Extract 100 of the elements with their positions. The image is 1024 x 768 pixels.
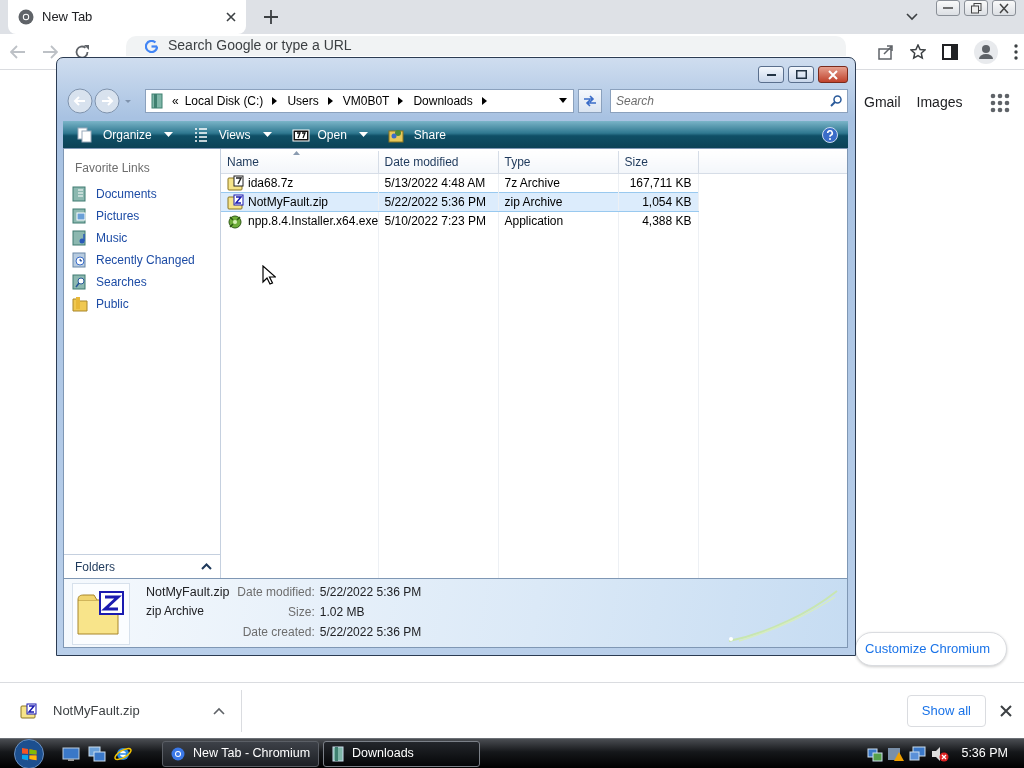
table-cell: 5/10/2022 7:23 PM <box>378 211 498 230</box>
mouse-pointer-icon <box>262 265 276 285</box>
zip-file-icon <box>227 193 244 210</box>
favorite-link[interactable]: Pictures <box>64 205 220 227</box>
favorite-link[interactable]: Searches <box>64 271 220 293</box>
start-button-icon[interactable] <box>12 738 46 768</box>
close-button[interactable] <box>992 0 1016 16</box>
new-tab-icon[interactable] <box>264 10 278 24</box>
file-type: zip Archive <box>146 602 206 620</box>
close-icon[interactable] <box>1000 704 1012 717</box>
close-icon <box>999 2 1009 14</box>
column-header[interactable]: Name <box>221 151 378 173</box>
refresh-icon <box>581 94 598 108</box>
address-field[interactable]: Search Google or type a URL <box>126 36 846 56</box>
help-icon[interactable] <box>822 126 838 143</box>
toolbar-button[interactable]: Share <box>381 122 452 147</box>
clock: 5:36 PM <box>961 745 1008 763</box>
section-title: Favorite Links <box>74 160 151 177</box>
search-icon[interactable] <box>830 95 842 107</box>
download-item[interactable]: NotMyFault.zip <box>20 700 225 721</box>
favorite-link[interactable]: Public <box>64 293 220 315</box>
dropdown-icon[interactable] <box>557 98 568 104</box>
maximize-button[interactable] <box>788 66 814 83</box>
field-value: 1.02 MB <box>319 604 366 621</box>
close-icon <box>828 69 838 80</box>
minimize-button[interactable] <box>758 66 784 83</box>
breadcrumb-item[interactable]: Users <box>284 92 322 110</box>
archive-file-icon <box>227 174 244 191</box>
field-value: 5/22/2022 5:36 PM <box>319 624 422 641</box>
minimize-icon <box>943 7 953 9</box>
table-cell: zip Archive <box>498 192 618 211</box>
column-header[interactable]: Type <box>498 151 618 173</box>
archive-app-icon <box>291 126 310 143</box>
network-icon[interactable] <box>867 745 884 762</box>
folder-icon <box>72 296 88 312</box>
apps-grid-icon[interactable] <box>990 92 1011 113</box>
file-name: NotMyFault.zip <box>146 584 230 601</box>
side-panel-icon[interactable] <box>942 43 958 60</box>
table-cell: Application <box>498 211 618 230</box>
browser-tab[interactable]: New Tab <box>8 0 246 34</box>
favorite-link[interactable]: Music <box>64 227 220 249</box>
file-name-cell[interactable]: NotMyFault.zip <box>221 192 378 211</box>
close-icon[interactable] <box>226 12 236 22</box>
profile-icon[interactable] <box>974 39 998 64</box>
chevron-up-icon[interactable] <box>213 706 225 715</box>
table-cell: 5/22/2022 5:36 PM <box>378 192 498 211</box>
minimize-icon <box>766 73 776 76</box>
share-icon[interactable] <box>878 43 894 60</box>
file-name-cell[interactable]: npp.8.4.Installer.x64.exe <box>221 211 378 230</box>
file-name: NotMyFault.zip <box>53 701 141 720</box>
address-bar[interactable]: « Local Disk (C:) Users VM0B0T Downloads <box>145 89 574 113</box>
tab-title: New Tab <box>42 8 94 27</box>
pictures-icon <box>72 208 88 224</box>
music-icon <box>72 230 88 246</box>
toolbar-button[interactable]: Organize <box>71 122 179 147</box>
folder-icon <box>332 745 344 762</box>
column-header[interactable]: Size <box>618 151 698 173</box>
breadcrumb-item[interactable]: Downloads <box>410 92 476 110</box>
arrow-icon[interactable] <box>272 97 279 105</box>
table-cell: 4,388 KB <box>618 211 698 230</box>
zip-file-icon <box>20 702 37 719</box>
breadcrumb-item[interactable]: VM0B0T <box>339 92 393 110</box>
field-value: 5/22/2022 5:36 PM <box>319 584 422 601</box>
recent-icon <box>72 252 88 268</box>
display-icon[interactable] <box>909 745 928 762</box>
taskbar-button[interactable]: Downloads <box>323 740 480 767</box>
toolbar-button[interactable]: Open <box>285 122 374 147</box>
favorite-link[interactable]: Recently Changed <box>64 249 220 271</box>
google-icon <box>145 40 158 53</box>
show-all-button[interactable]: Show all <box>906 694 986 727</box>
installer-icon <box>227 212 244 229</box>
field-label: Date created: <box>241 624 315 641</box>
breadcrumb-item[interactable]: Local Disk (C:) <box>181 92 267 110</box>
arrow-icon[interactable] <box>398 97 405 105</box>
chromium-logo-icon <box>18 9 34 25</box>
header-link[interactable]: Gmail <box>864 92 901 113</box>
search-field[interactable]: Search <box>610 89 848 113</box>
refresh-button[interactable] <box>577 89 602 113</box>
close-button[interactable] <box>818 66 848 83</box>
column-header[interactable]: Date modified <box>378 151 498 173</box>
favorite-link[interactable]: Documents <box>64 183 220 205</box>
folder-icon <box>151 93 163 109</box>
header-link[interactable]: Images <box>916 92 963 113</box>
reload-icon[interactable] <box>74 43 90 60</box>
more-icon[interactable] <box>1014 43 1018 60</box>
switch-windows-icon[interactable] <box>88 745 106 762</box>
customize-button[interactable]: Customize Chromium <box>855 632 1007 666</box>
chevron-down-icon[interactable] <box>906 13 918 21</box>
restore-button[interactable] <box>964 0 988 16</box>
taskbar-button[interactable]: New Tab - Chromium <box>162 740 319 767</box>
back-forward-icon[interactable] <box>67 88 133 114</box>
muted-speaker-icon[interactable] <box>931 745 950 762</box>
overflow-chevron[interactable]: « <box>169 92 182 110</box>
documents-icon <box>77 126 95 143</box>
star-icon[interactable] <box>910 43 926 60</box>
arrow-icon[interactable] <box>327 97 334 105</box>
toolbar-button[interactable]: Views <box>186 122 278 147</box>
arrow-icon[interactable] <box>481 97 488 105</box>
security-alert-icon[interactable] <box>887 745 906 762</box>
show-desktop-icon[interactable] <box>62 745 80 762</box>
